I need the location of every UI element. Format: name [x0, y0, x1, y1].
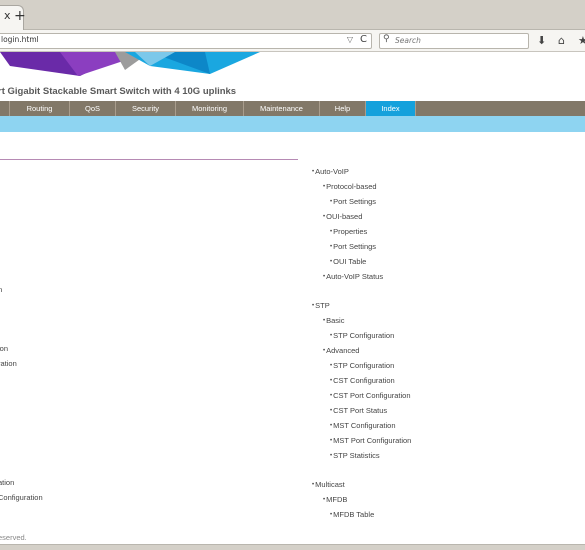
main-menu: Routing QoS Security Monitoring Maintena…: [0, 101, 585, 116]
left-index-link[interactable]: ation: [0, 478, 14, 488]
index-link-auto-voip[interactable]: •Auto-VoIP: [312, 167, 349, 177]
menu-item-routing[interactable]: Routing: [10, 101, 70, 116]
copyright-footer: eserved.: [0, 533, 27, 542]
menu-item-index[interactable]: Index: [366, 101, 416, 116]
index-link-mst-configuration[interactable]: •MST Configuration: [330, 421, 396, 431]
index-link-advanced[interactable]: •Advanced: [323, 346, 359, 356]
index-link-stp-configuration[interactable]: •STP Configuration: [330, 361, 394, 371]
bullet-icon: •: [330, 423, 333, 429]
bullet-icon: •: [323, 274, 326, 280]
bullet-icon: •: [330, 244, 333, 250]
menu-item-maintenance[interactable]: Maintenance: [244, 101, 320, 116]
menu-item-security[interactable]: Security: [116, 101, 176, 116]
reload-icon[interactable]: C: [360, 34, 367, 45]
menu-item-monitoring[interactable]: Monitoring: [176, 101, 244, 116]
bullet-icon: •: [323, 214, 326, 220]
product-title: rt Gigabit Stackable Smart Switch with 4…: [0, 86, 237, 97]
index-link-multicast[interactable]: •Multicast: [312, 480, 345, 490]
bullet-icon: •: [330, 333, 333, 339]
index-link-basic[interactable]: •Basic: [323, 316, 344, 326]
new-tab-button[interactable]: +: [14, 8, 26, 24]
index-link-cst-port-configuration[interactable]: •CST Port Configuration: [330, 391, 411, 401]
bullet-icon: •: [330, 408, 333, 414]
search-icon: ⚲: [383, 34, 390, 44]
left-index-link[interactable]: ration: [0, 359, 17, 369]
bullet-icon: •: [330, 363, 333, 369]
index-link-oui-table[interactable]: •OUI Table: [330, 257, 366, 267]
bullet-icon: •: [330, 453, 333, 459]
bullet-icon: •: [330, 259, 333, 265]
index-link-protocol-based[interactable]: •Protocol-based: [323, 182, 377, 192]
index-link-port-settings[interactable]: •Port Settings: [330, 197, 376, 207]
bullet-icon: •: [323, 348, 326, 354]
sub-menu-bar: [0, 116, 585, 132]
bookmark-icon[interactable]: ★: [578, 34, 585, 47]
address-bar[interactable]: login.html ▽ C: [0, 33, 372, 49]
section-divider: [0, 159, 298, 160]
url-dropdown-icon[interactable]: ▽: [347, 35, 353, 44]
bullet-icon: •: [312, 303, 315, 309]
close-tab-icon[interactable]: x: [4, 9, 11, 22]
index-link-mfdb[interactable]: •MFDB: [323, 495, 347, 505]
bullet-icon: •: [312, 169, 315, 175]
bullet-icon: •: [330, 378, 333, 384]
index-link-properties[interactable]: •Properties: [330, 227, 367, 237]
index-link-stp-statistics[interactable]: •STP Statistics: [330, 451, 380, 461]
home-icon[interactable]: ⌂: [558, 34, 565, 47]
bullet-icon: •: [330, 393, 333, 399]
left-index-link[interactable]: Configuration: [0, 493, 43, 503]
bullet-icon: •: [330, 229, 333, 235]
bullet-icon: •: [330, 199, 333, 205]
bullet-icon: •: [323, 184, 326, 190]
index-link-mfdb-table[interactable]: •MFDB Table: [330, 510, 374, 520]
search-input[interactable]: ⚲ Search: [379, 33, 529, 49]
browser-tab-strip: x +: [0, 0, 585, 31]
index-link-oui-based[interactable]: •OUI-based: [323, 212, 362, 222]
index-link-mst-port-configuration[interactable]: •MST Port Configuration: [330, 436, 411, 446]
index-link-stp[interactable]: •STP: [312, 301, 330, 311]
browser-status-bar: [0, 544, 585, 550]
bullet-icon: •: [323, 497, 326, 503]
bullet-icon: •: [323, 318, 326, 324]
browser-nav-bar: login.html ▽ C ⚲ Search ⬇ ⌂ ★: [0, 30, 585, 52]
search-placeholder: Search: [395, 36, 421, 45]
index-link-stp-configuration[interactable]: •STP Configuration: [330, 331, 394, 341]
bullet-icon: •: [330, 512, 333, 518]
left-index-link[interactable]: ion: [0, 344, 8, 354]
index-link-port-settings[interactable]: •Port Settings: [330, 242, 376, 252]
bullet-icon: •: [330, 438, 333, 444]
address-url[interactable]: login.html: [1, 35, 39, 44]
menu-item-qos[interactable]: QoS: [70, 101, 116, 116]
index-link-cst-port-status[interactable]: •CST Port Status: [330, 406, 387, 416]
download-icon[interactable]: ⬇: [537, 34, 546, 47]
bullet-icon: •: [312, 482, 315, 488]
index-link-auto-voip-status[interactable]: •Auto-VoIP Status: [323, 272, 383, 282]
menu-item-help[interactable]: Help: [320, 101, 366, 116]
left-index-link[interactable]: n: [0, 285, 2, 295]
index-link-cst-configuration[interactable]: •CST Configuration: [330, 376, 395, 386]
menu-item-system[interactable]: [0, 101, 10, 116]
